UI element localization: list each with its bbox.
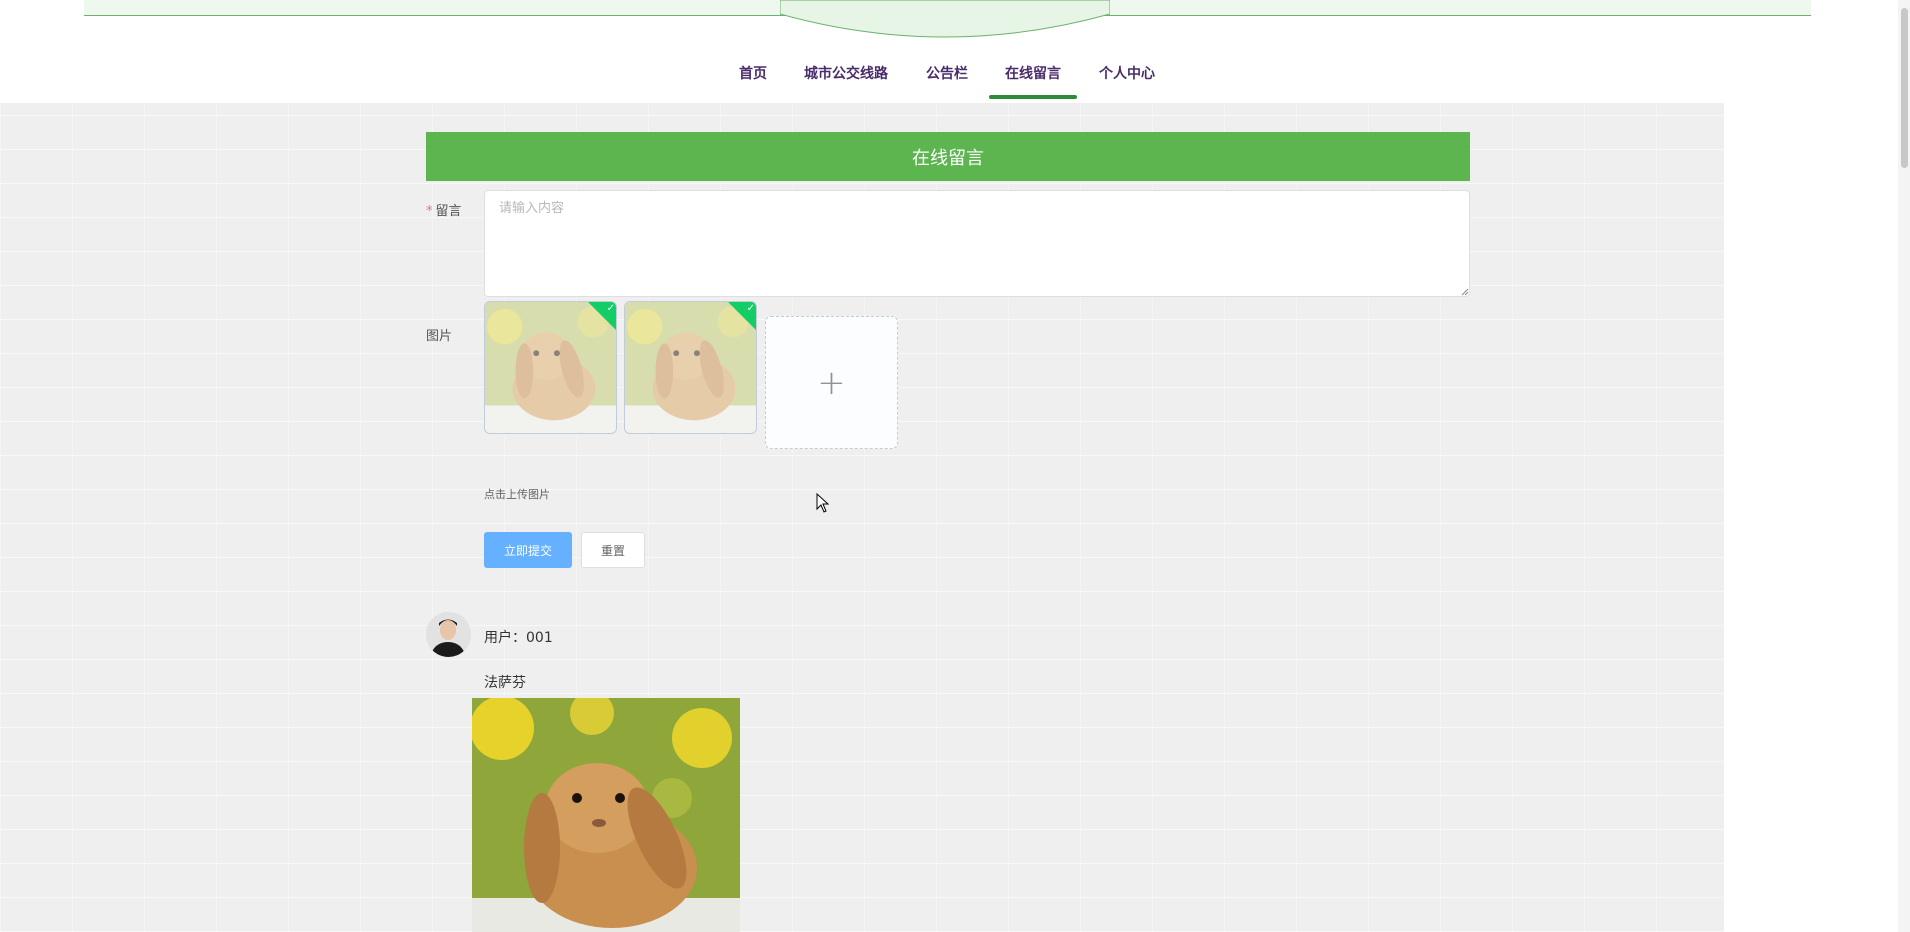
nav-item-home[interactable]: 首页 xyxy=(739,60,767,100)
submit-button[interactable]: 立即提交 xyxy=(484,532,572,568)
upload-tip: 点击上传图片 xyxy=(484,488,550,501)
main-nav: 首页 城市公交线路 公告栏 在线留言 个人中心 xyxy=(0,60,1910,100)
rabbit-image xyxy=(485,302,616,433)
main-content: 在线留言 *留言 图片 ✓ xyxy=(0,103,1724,932)
nav-item-bus-routes[interactable]: 城市公交线路 xyxy=(804,60,888,100)
scrollbar-thumb[interactable] xyxy=(1901,8,1908,168)
nav-item-notice-board[interactable]: 公告栏 xyxy=(926,60,968,100)
rabbit-photo xyxy=(472,698,740,932)
nav-item-personal-center[interactable]: 个人中心 xyxy=(1099,60,1155,100)
nav-item-online-message[interactable]: 在线留言 xyxy=(989,60,1077,100)
user-avatar-image xyxy=(426,612,471,657)
mouse-cursor-icon xyxy=(816,493,830,513)
message-textarea[interactable] xyxy=(484,190,1470,297)
required-star: * xyxy=(426,204,433,219)
comment-user: 用户：001 xyxy=(484,630,553,646)
comment-text: 法萨芬 xyxy=(484,675,526,691)
uploaded-image-thumb[interactable]: ✓ xyxy=(484,301,617,434)
page-scrollbar[interactable] xyxy=(1898,0,1910,932)
reset-button[interactable]: 重置 xyxy=(581,532,645,568)
check-icon: ✓ xyxy=(606,302,615,314)
rabbit-image xyxy=(625,302,756,433)
header-curve-decoration xyxy=(780,0,1110,38)
resize-grip-icon[interactable] xyxy=(1461,288,1469,296)
check-icon: ✓ xyxy=(746,302,755,314)
image-upload-button[interactable]: + xyxy=(765,316,898,449)
message-label-text: 留言 xyxy=(435,204,462,219)
page-title: 在线留言 xyxy=(426,132,1470,181)
uploaded-image-thumb[interactable]: ✓ xyxy=(624,301,757,434)
plus-icon: + xyxy=(817,362,846,403)
comment-image[interactable] xyxy=(472,698,740,932)
avatar xyxy=(426,612,471,657)
image-label: 图片 xyxy=(426,329,453,344)
message-label: * 留言 xyxy=(426,200,462,219)
